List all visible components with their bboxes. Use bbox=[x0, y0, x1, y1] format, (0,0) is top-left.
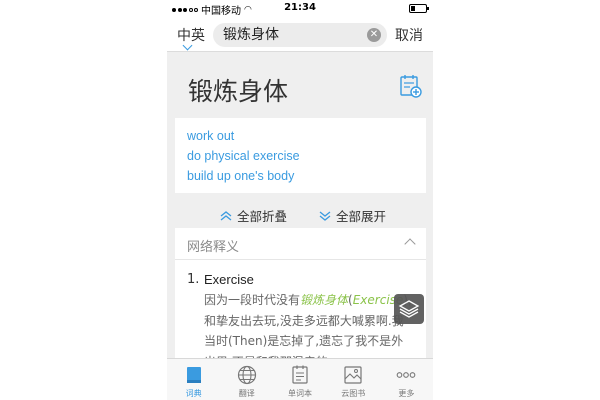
layers-icon bbox=[398, 300, 420, 318]
web-definitions-header[interactable]: 网络释义 bbox=[175, 228, 426, 260]
example-text: 因为一段时代没有 bbox=[204, 293, 301, 307]
translation-item[interactable]: work out bbox=[187, 126, 414, 146]
tab-translate[interactable]: 翻译 bbox=[220, 359, 273, 400]
notebook-icon bbox=[292, 365, 308, 384]
language-toggle[interactable]: 中英 bbox=[177, 25, 205, 45]
translation-item[interactable]: build up one's body bbox=[187, 166, 414, 186]
layers-button[interactable] bbox=[394, 294, 424, 324]
chevron-up-icon[interactable] bbox=[404, 238, 416, 250]
tab-label: 词典 bbox=[185, 389, 202, 398]
collapse-all-label: 全部折叠 bbox=[237, 209, 288, 224]
battery-icon bbox=[409, 4, 429, 13]
example-highlight: 锻炼身体 bbox=[300, 293, 349, 307]
cloud-book-icon bbox=[344, 366, 362, 384]
tab-label: 单词本 bbox=[288, 389, 312, 398]
more-icon bbox=[397, 372, 416, 378]
expand-all-button[interactable]: 全部展开 bbox=[318, 206, 386, 225]
tab-label: 翻译 bbox=[238, 389, 255, 398]
expand-all-label: 全部展开 bbox=[336, 209, 387, 224]
translations-card: work out do physical exercise build up o… bbox=[175, 118, 426, 193]
definition-term[interactable]: Exercise bbox=[204, 272, 254, 287]
headword: 锻炼身体 bbox=[188, 77, 289, 106]
tab-label: 更多 bbox=[398, 389, 415, 398]
expand-collapse-row: 全部折叠 全部展开 bbox=[167, 204, 433, 224]
clock: 21:34 bbox=[284, 2, 316, 13]
collapse-all-button[interactable]: 全部折叠 bbox=[219, 206, 287, 225]
tab-bar: 词典 翻译 单词本 云图书 更多 bbox=[167, 358, 433, 400]
search-bar: 中英 ✕ 取消 bbox=[167, 18, 433, 52]
search-input[interactable] bbox=[213, 23, 387, 47]
tab-label: 云图书 bbox=[341, 389, 366, 398]
globe-icon bbox=[237, 365, 256, 385]
phone-screen: 中国移动 ◠ 21:34 中英 ✕ 取消 锻炼身体 work out do ph… bbox=[167, 0, 433, 400]
add-to-wordbook-icon[interactable] bbox=[400, 74, 422, 98]
double-chevron-up-icon bbox=[220, 210, 232, 221]
cancel-button[interactable]: 取消 bbox=[395, 25, 423, 45]
tab-dictionary[interactable]: 词典 bbox=[167, 359, 220, 400]
tab-more[interactable]: 更多 bbox=[380, 359, 433, 400]
web-definitions-title: 网络释义 bbox=[187, 240, 240, 255]
definition-number: 1. bbox=[187, 272, 200, 287]
double-chevron-down-icon bbox=[319, 210, 331, 221]
tab-wordbook[interactable]: 单词本 bbox=[273, 359, 326, 400]
tab-cloud-books[interactable]: 云图书 bbox=[327, 359, 380, 400]
book-icon bbox=[186, 367, 201, 383]
translation-item[interactable]: do physical exercise bbox=[187, 146, 414, 166]
clear-icon[interactable]: ✕ bbox=[367, 28, 381, 42]
status-bar: 中国移动 ◠ 21:34 bbox=[167, 0, 433, 18]
